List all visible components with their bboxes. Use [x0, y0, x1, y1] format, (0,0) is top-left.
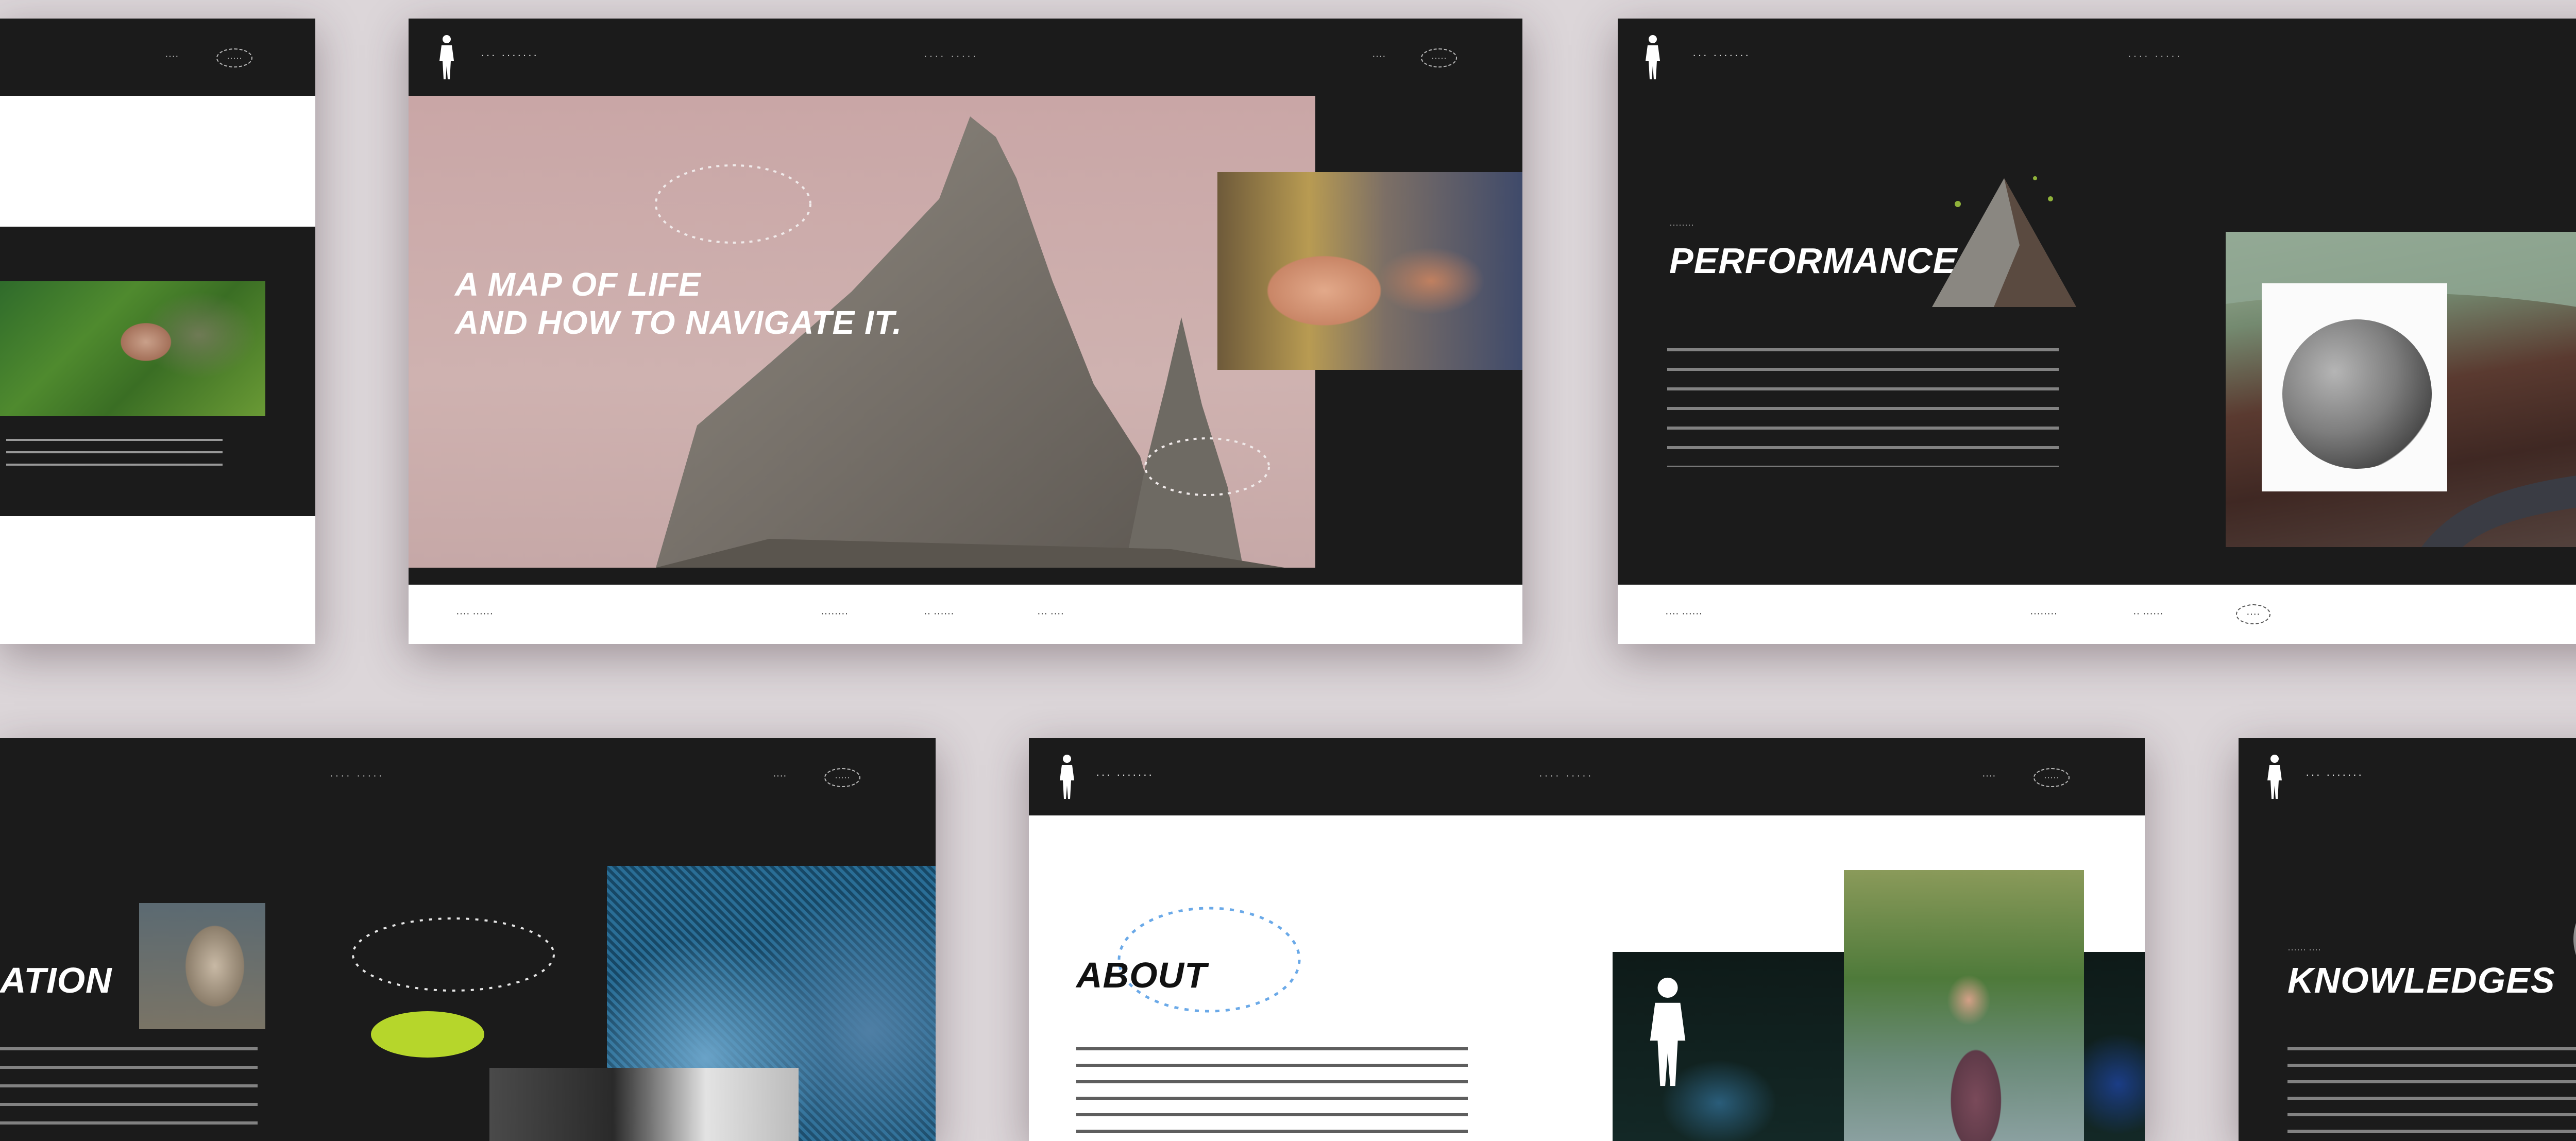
- person-figure-icon: [1650, 977, 1686, 1086]
- header-right-label[interactable]: ····: [1372, 50, 1386, 62]
- logo-figure-icon: [1643, 34, 1662, 83]
- body-paragraph: [0, 1047, 258, 1140]
- body-text-snippet: [6, 439, 223, 470]
- slide-header: ···· ····· ···· ·····: [0, 738, 936, 815]
- section-title: PERFORMANCE: [1669, 241, 1958, 281]
- slide-footer: ···· ······ ········ ·· ······ ··· ····: [409, 585, 1522, 644]
- header-nav[interactable]: ···· ·····: [2128, 50, 2182, 62]
- footer-link-3[interactable]: ··· ····: [1037, 608, 1064, 620]
- slide-thumbnail-main[interactable]: ··· ······· ···· ····· ···· ····· A MAP …: [409, 19, 1522, 644]
- section-title: KNOWLEDGES: [2287, 960, 2555, 1000]
- section-title: ABOUT: [1076, 955, 1207, 995]
- footer-left-label[interactable]: ···· ······: [1665, 608, 1702, 620]
- logo-figure-icon: [437, 34, 456, 83]
- hero-mountain-photo: A MAP OF LIFE AND HOW TO NAVIGATE IT.: [409, 96, 1315, 568]
- header-nav[interactable]: ···· ·····: [924, 50, 978, 62]
- headline-line-2: AND HOW TO NAVIGATE IT.: [455, 303, 902, 341]
- slide-footer: ···· ······ ········ ·· ······ ····: [1618, 585, 2576, 644]
- slide-thumbnail-performance[interactable]: ··· ······· ···· ····· ···· ········ PER…: [1618, 19, 2576, 644]
- slide-thumbnail-bottom-right[interactable]: ··· ······· ······ ···· KNOWLEDGES: [2239, 738, 2576, 1141]
- photo-moon: [2262, 283, 2447, 491]
- header-right-label: ····: [165, 50, 179, 62]
- header-nav[interactable]: ···· ·····: [330, 770, 384, 782]
- logo-text: ··· ·······: [481, 48, 539, 61]
- triangle-mountain-graphic: [1932, 176, 2076, 307]
- footer-left-label[interactable]: ···· ······: [456, 608, 493, 620]
- headline-line-1: A MAP OF LIFE: [455, 266, 701, 303]
- logo-text: ··· ·······: [1096, 768, 1154, 781]
- dashed-ellipse-graphic: [352, 917, 555, 992]
- photo-moon-circle: [2573, 888, 2576, 991]
- slide-thumbnail-about[interactable]: ··· ······· ···· ····· ···· ····· ABOUT: [1029, 738, 2145, 1141]
- logo-text: ··· ·······: [2306, 768, 2364, 781]
- section-label: ······ ····: [2287, 944, 2321, 955]
- footer-link-2[interactable]: ·· ······: [924, 608, 954, 620]
- photo-hands-touching: [1217, 172, 1522, 370]
- slide-header: ··· ······· ···· ····· ····: [1618, 19, 2576, 96]
- footer-link-1[interactable]: ········: [821, 608, 848, 620]
- body-paragraph: [1076, 1047, 1468, 1141]
- footer-link-2[interactable]: ·· ······: [2133, 608, 2163, 620]
- slide-header: ···· ·····: [0, 19, 315, 96]
- logo-figure-icon: [1058, 754, 1076, 803]
- slide-header: ··· ·······: [2239, 738, 2576, 815]
- footer-link-1[interactable]: ········: [2030, 608, 2057, 620]
- header-circle-button[interactable]: ·····: [809, 768, 860, 787]
- slide-thumbnail-bottom-left[interactable]: ···· ····· ···· ····· ATION: [0, 738, 936, 1141]
- header-right-label[interactable]: ····: [773, 770, 787, 782]
- hero-headline: A MAP OF LIFE AND HOW TO NAVIGATE IT.: [455, 266, 902, 342]
- header-circle-label: ·····: [201, 48, 252, 67]
- section-title: ATION: [0, 960, 112, 1000]
- body-paragraph: [2287, 1047, 2576, 1141]
- slide-header: ··· ······· ···· ····· ···· ·····: [409, 19, 1522, 96]
- logo-text: ··· ·······: [1692, 48, 1751, 61]
- photo-person-cooking: [489, 1068, 799, 1141]
- section-label: ········: [1669, 219, 1694, 230]
- slide-header: ··· ······· ···· ····· ···· ·····: [1029, 738, 2145, 815]
- body-paragraph: [1667, 348, 2059, 467]
- logo-figure-icon: [2265, 754, 2284, 803]
- green-blob-shape: [371, 1011, 484, 1058]
- header-right-label[interactable]: ····: [1982, 770, 1996, 782]
- photo-woman-lake: [1844, 870, 2084, 1141]
- slide-thumbnail-top-left[interactable]: ···· ·····: [0, 19, 315, 644]
- header-circle-button[interactable]: ·····: [2018, 768, 2070, 787]
- header-circle-button[interactable]: ·····: [1405, 48, 1457, 67]
- photo-hands-forest: [0, 281, 265, 416]
- header-nav[interactable]: ···· ·····: [1539, 770, 1594, 782]
- photo-rock-face: [139, 903, 265, 1029]
- footer-circle-button[interactable]: ····: [2236, 604, 2270, 624]
